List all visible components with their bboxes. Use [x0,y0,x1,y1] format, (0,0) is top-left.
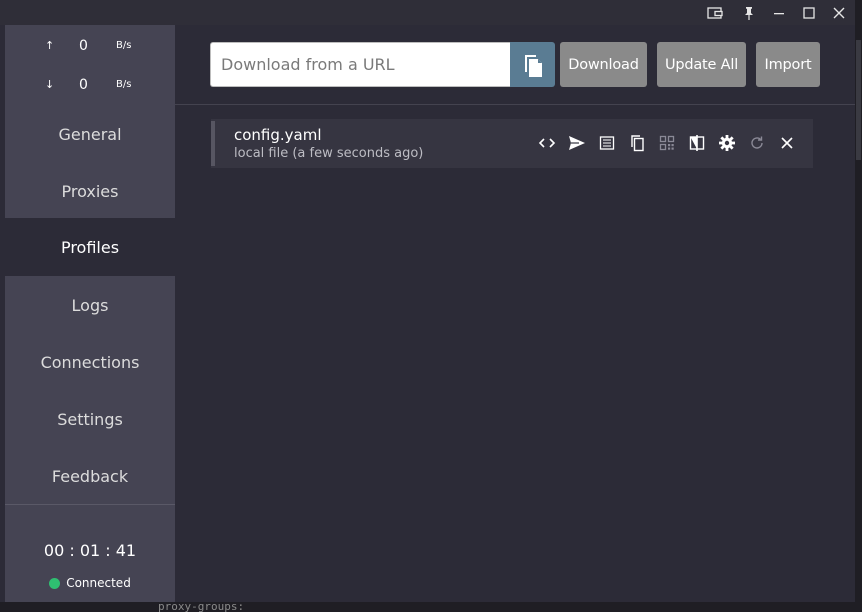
toolbar-divider [175,104,855,105]
update-all-button[interactable]: Update All [657,42,746,87]
sidebar-item-general[interactable]: General [5,106,175,163]
download-arrow-icon: ↓ [45,78,55,91]
background-editor-strip: proxy-groups: [0,602,862,612]
send-icon[interactable] [567,133,587,153]
url-input[interactable] [210,42,510,87]
background-window-edge [855,0,862,612]
gear-icon[interactable] [717,133,737,153]
qr-code-icon[interactable] [657,133,677,153]
paste-button[interactable] [510,42,555,87]
sidebar-item-feedback[interactable]: Feedback [5,448,175,505]
compare-icon[interactable] [687,133,707,153]
code-icon[interactable] [537,133,557,153]
download-speed-value: 0 [79,77,88,93]
download-speed: ↓ 0 B/s [5,76,175,96]
profile-card-indicator [211,121,215,166]
sidebar-item-settings[interactable]: Settings [5,391,175,448]
copy-icon[interactable] [627,133,647,153]
upload-speed-value: 0 [79,38,88,54]
refresh-icon[interactable] [747,133,767,153]
download-button[interactable]: Download [560,42,647,87]
sidebar-item-profiles[interactable]: Profiles [5,219,175,276]
sidebar-item-proxies[interactable]: Proxies [5,163,175,220]
title-bar [0,0,855,25]
document-icon[interactable] [597,133,617,153]
background-editor-text: proxy-groups: [158,602,245,612]
sidebar-divider [5,504,175,505]
app-window: ↑ 0 B/s ↓ 0 B/s General Proxies Profiles… [0,0,862,612]
profile-card[interactable]: config.yaml local file (a few seconds ag… [211,119,813,168]
uptime-timer: 00 : 01 : 41 [43,541,137,560]
import-button[interactable]: Import [756,42,820,87]
maximize-icon[interactable] [794,0,824,25]
close-icon[interactable] [777,133,797,153]
upload-arrow-icon: ↑ [45,39,55,52]
sidebar: ↑ 0 B/s ↓ 0 B/s General Proxies Profiles… [5,25,175,602]
pin-icon[interactable] [734,0,764,25]
sidebar-item-logs[interactable]: Logs [5,277,175,334]
wallet-icon[interactable] [700,0,730,25]
connection-status-label: Connected [66,576,131,590]
sidebar-item-connections[interactable]: Connections [5,334,175,391]
upload-speed-unit: B/s [116,40,132,51]
close-icon[interactable] [824,0,854,25]
status-dot-icon [49,577,61,589]
profile-source: local file (a few seconds ago) [234,146,424,161]
download-speed-unit: B/s [116,79,132,90]
profile-name: config.yaml [234,126,322,144]
minimize-icon[interactable] [764,0,794,25]
connection-status: Connected [5,575,175,591]
background-scrollbar [856,40,861,160]
paste-icon [524,54,542,77]
upload-speed: ↑ 0 B/s [5,37,175,57]
